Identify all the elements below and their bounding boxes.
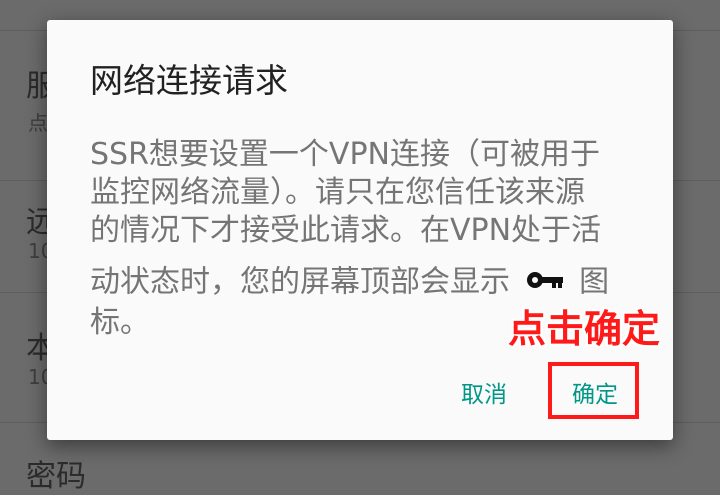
annotation-callout: 点击确定 — [508, 307, 661, 351]
key-icon — [526, 262, 564, 300]
dialog-title: 网络连接请求 — [90, 61, 288, 100]
message-line-text: 图 — [579, 264, 610, 300]
settings-row-title: 密码 — [26, 459, 86, 494]
message-line: 的情况下才接受此请求。在VPN处于活 — [90, 213, 602, 248]
vpn-connection-request-dialog: 网络连接请求 SSR想要设置一个VPN连接（可被用于 监控网络流量）。请只在您信… — [47, 20, 673, 440]
settings-row-subtitle: 点 — [28, 111, 48, 135]
cancel-button[interactable]: 取消 — [461, 375, 507, 409]
message-line-text: 动状态时，您的屏幕顶部会显示 — [90, 264, 510, 300]
ok-button[interactable]: 确定 — [572, 375, 618, 409]
message-line: 监控网络流量）。请只在您信任该来源 — [90, 175, 585, 210]
message-line: SSR想要设置一个VPN连接（可被用于 — [90, 137, 600, 172]
